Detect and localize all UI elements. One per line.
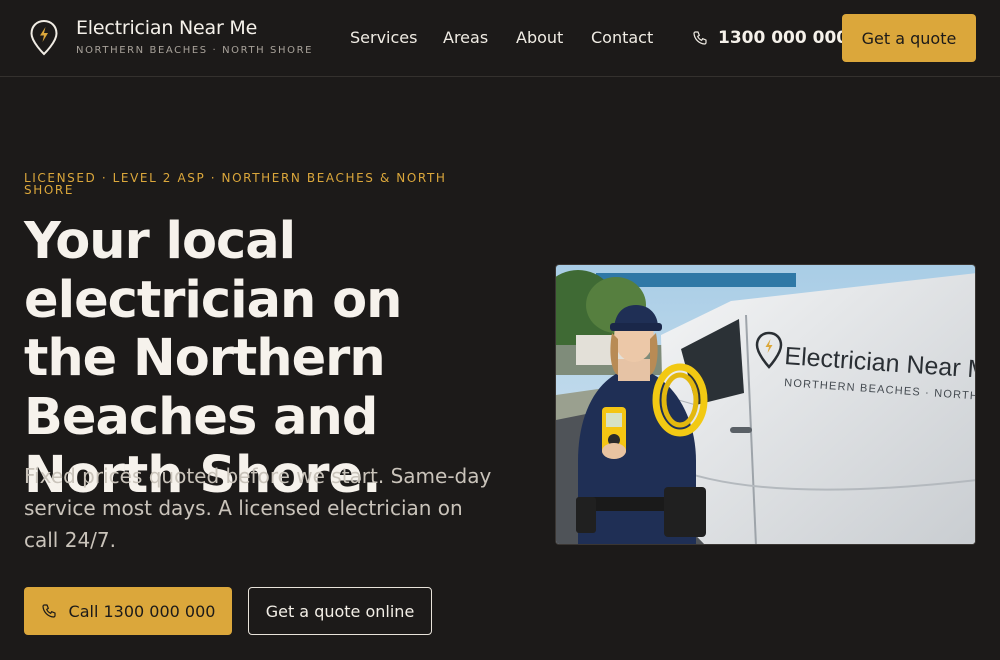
- nav-services[interactable]: Services: [350, 28, 417, 47]
- call-button-label: Call 1300 000 000: [68, 601, 216, 621]
- phone-icon: [41, 604, 56, 618]
- hero-subheading: Fixed prices quoted before we start. Sam…: [24, 464, 492, 552]
- hero-eyebrow: LICENSED · LEVEL 2 ASP · NORTHERN BEACHE…: [24, 171, 447, 197]
- header-phone-link[interactable]: 1300 000 000: [692, 28, 848, 48]
- brand-name[interactable]: Electrician Near Me: [76, 17, 257, 39]
- brand-tagline: NORTHERN BEACHES · NORTH SHORE: [76, 45, 314, 56]
- nav-areas[interactable]: Areas: [443, 28, 488, 47]
- nav-contact[interactable]: Contact: [591, 28, 653, 47]
- quote-online-button[interactable]: Get a quote online: [248, 587, 432, 635]
- site-header: Electrician Near Me NORTHERN BEACHES · N…: [0, 0, 1000, 77]
- get-quote-button[interactable]: Get a quote: [842, 14, 976, 62]
- location-bolt-logo-icon[interactable]: [29, 19, 59, 57]
- phone-icon: [693, 31, 707, 45]
- nav-about[interactable]: About: [516, 28, 563, 47]
- call-button[interactable]: Call 1300 000 000: [24, 587, 232, 635]
- header-phone-number: 1300 000 000: [718, 28, 849, 48]
- hero-photo-electrician-van: Electrician Near Me NORTHERN BEACHES · N…: [555, 264, 976, 545]
